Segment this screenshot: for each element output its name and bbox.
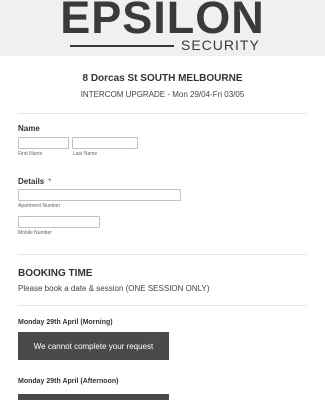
last-name-sublabel: Last Name bbox=[73, 151, 98, 157]
logo-underline bbox=[70, 45, 174, 47]
required-asterisk: * bbox=[48, 177, 52, 186]
slot-error-banner: We cannot complete your request bbox=[18, 332, 169, 360]
epsilon-logo-word: EPSILON bbox=[60, 0, 265, 43]
form-title: 8 Dorcas St SOUTH MELBOURNE bbox=[82, 73, 243, 84]
details-label-text: Details bbox=[18, 177, 45, 186]
header-banner: EPSILON SECURITY bbox=[0, 0, 325, 56]
divider bbox=[18, 113, 307, 114]
apartment-number-input[interactable] bbox=[18, 189, 181, 201]
last-name-input[interactable] bbox=[72, 137, 138, 149]
form-subtitle: INTERCOM UPGRADE - Mon 29/04-Fri 03/05 bbox=[80, 90, 245, 99]
apartment-number-sublabel: Apartment Number bbox=[18, 203, 61, 209]
first-name-input[interactable] bbox=[18, 137, 69, 149]
slot-label-monday-morning: Monday 29th April (Morning) bbox=[18, 319, 113, 326]
booking-time-heading: BOOKING TIME bbox=[18, 268, 93, 279]
slot-error-banner bbox=[18, 394, 169, 400]
slot-label-monday-afternoon: Monday 29th April (Afternoon) bbox=[18, 378, 119, 385]
divider bbox=[18, 254, 307, 255]
booking-form-page: EPSILON SECURITY 8 Dorcas St SOUTH MELBO… bbox=[0, 0, 325, 400]
slot-error-message: We cannot complete your request bbox=[33, 341, 154, 351]
name-label: Name bbox=[18, 124, 40, 133]
mobile-number-sublabel: Mobile Number bbox=[18, 230, 52, 236]
booking-instructions: Please book a date & session (ONE SESSIO… bbox=[18, 284, 210, 293]
logo-tagline: SECURITY bbox=[181, 37, 260, 53]
divider bbox=[18, 305, 307, 306]
first-name-sublabel: First Name bbox=[18, 151, 43, 157]
mobile-number-input[interactable] bbox=[18, 216, 100, 228]
details-label: Details * bbox=[18, 177, 51, 186]
